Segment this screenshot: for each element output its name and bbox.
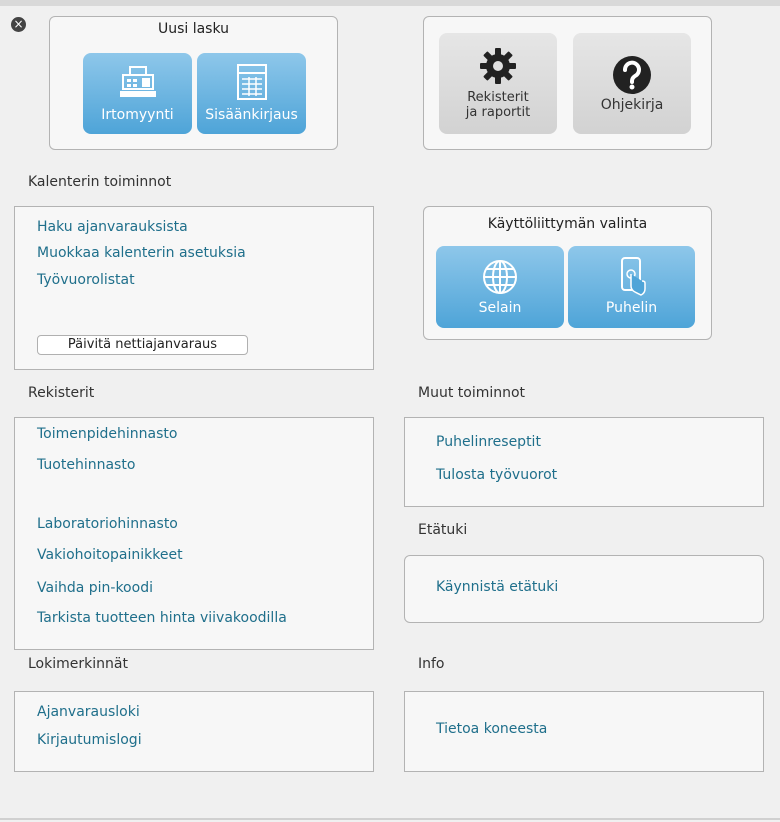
other-panel: Puhelinreseptit Tulosta työvuorot bbox=[404, 417, 764, 507]
other-link-print-shifts[interactable]: Tulosta työvuorot bbox=[436, 467, 557, 483]
logs-panel: Ajanvarausloki Kirjautumislogi bbox=[14, 691, 374, 772]
bottom-border bbox=[0, 818, 780, 820]
ui-choice-panel: Käyttöliittymän valinta Selain Puhelin bbox=[423, 206, 712, 340]
ledger-icon bbox=[236, 64, 267, 100]
check-in-button[interactable]: Sisäänkirjaus bbox=[197, 53, 306, 134]
cash-sale-button[interactable]: Irtomyynti bbox=[83, 53, 192, 134]
remote-link-start[interactable]: Käynnistä etätuki bbox=[436, 579, 558, 595]
info-heading: Info bbox=[418, 656, 445, 672]
cash-register-icon bbox=[119, 66, 156, 97]
logs-heading: Lokimerkinnät bbox=[28, 656, 128, 672]
ui-choice-title: Käyttöliittymän valinta bbox=[487, 216, 648, 232]
cash-sale-label: Irtomyynti bbox=[101, 107, 174, 123]
calendar-heading: Kalenterin toiminnot bbox=[28, 174, 172, 190]
calendar-panel: Haku ajanvarauksista Muokkaa kalenterin … bbox=[14, 206, 374, 370]
registers-heading: Rekisterit bbox=[28, 385, 95, 401]
manual-label: Ohjekirja bbox=[600, 97, 664, 113]
registers-link-products[interactable]: Tuotehinnasto bbox=[37, 457, 135, 473]
new-invoice-title: Uusi lasku bbox=[157, 21, 230, 37]
remote-heading: Etätuki bbox=[418, 522, 468, 538]
registers-link-laboratory[interactable]: Laboratoriohinnasto bbox=[37, 516, 178, 532]
close-icon[interactable]: × bbox=[11, 17, 26, 32]
phone-button[interactable]: Puhelin bbox=[568, 246, 695, 328]
registers-link-procedures[interactable]: Toimenpidehinnasto bbox=[37, 426, 177, 442]
gear-icon bbox=[480, 48, 516, 84]
registers-reports-button[interactable]: Rekisterit ja raportit bbox=[439, 33, 557, 134]
help-icon bbox=[613, 56, 651, 94]
registers-link-barcode-price[interactable]: Tarkista tuotteen hinta viivakoodilla bbox=[37, 610, 287, 626]
info-link-about-machine[interactable]: Tietoa koneesta bbox=[436, 721, 547, 737]
browser-button[interactable]: Selain bbox=[436, 246, 564, 328]
globe-icon bbox=[483, 260, 517, 294]
check-in-label: Sisäänkirjaus bbox=[205, 107, 298, 123]
calendar-link-settings[interactable]: Muokkaa kalenterin asetuksia bbox=[37, 245, 246, 261]
logs-link-bookings[interactable]: Ajanvarausloki bbox=[37, 704, 140, 720]
tools-panel: Rekisterit ja raportit Ohjekirja bbox=[423, 16, 712, 150]
update-online-booking-button[interactable]: Päivitä nettiajanvaraus bbox=[37, 335, 248, 355]
calendar-link-shifts[interactable]: Työvuorolistat bbox=[37, 272, 135, 288]
remote-panel: Käynnistä etätuki bbox=[404, 555, 764, 623]
registers-link-standard-buttons[interactable]: Vakiohoitopainikkeet bbox=[37, 547, 183, 563]
manual-button[interactable]: Ohjekirja bbox=[573, 33, 691, 134]
other-heading: Muut toiminnot bbox=[418, 385, 526, 401]
phone-label: Puhelin bbox=[605, 300, 658, 316]
registers-reports-label-2: ja raportit bbox=[465, 105, 531, 120]
info-panel: Tietoa koneesta bbox=[404, 691, 764, 772]
registers-link-change-pin[interactable]: Vaihda pin-koodi bbox=[37, 580, 153, 596]
phone-touch-icon bbox=[620, 257, 646, 296]
top-strip bbox=[0, 0, 780, 6]
browser-label: Selain bbox=[478, 300, 522, 316]
registers-panel: Toimenpidehinnasto Tuotehinnasto Laborat… bbox=[14, 417, 374, 650]
logs-link-logins[interactable]: Kirjautumislogi bbox=[37, 732, 142, 748]
other-link-phone-prescriptions[interactable]: Puhelinreseptit bbox=[436, 434, 541, 450]
registers-reports-label-1: Rekisterit bbox=[467, 90, 529, 105]
calendar-link-search[interactable]: Haku ajanvarauksista bbox=[37, 219, 188, 235]
new-invoice-panel: Uusi lasku Irtomyynti Sisäänkirjaus bbox=[49, 16, 338, 150]
